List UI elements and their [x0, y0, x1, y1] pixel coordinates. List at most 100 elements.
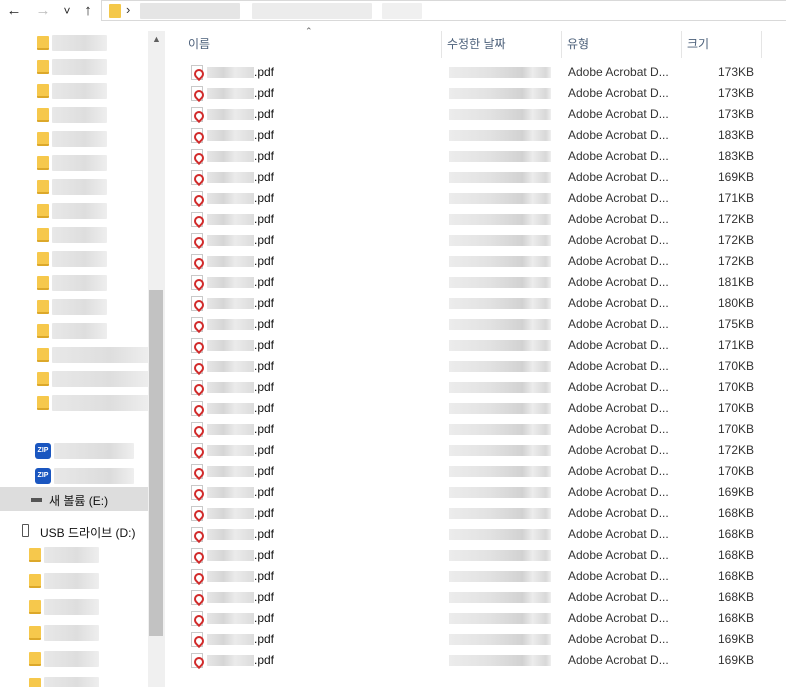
nav-item-folder[interactable]	[0, 673, 148, 687]
redacted-modified-date	[449, 508, 551, 519]
file-type: Adobe Acrobat D...	[568, 65, 669, 79]
table-row[interactable]: .pdf Adobe Acrobat D... 180KB	[165, 293, 786, 314]
folder-icon	[29, 626, 41, 640]
nav-pane-scrollbar[interactable]: ▲	[148, 31, 165, 687]
file-size: 168KB	[717, 611, 754, 625]
table-row[interactable]: .pdf Adobe Acrobat D... 172KB	[165, 209, 786, 230]
file-type: Adobe Acrobat D...	[568, 380, 669, 394]
redacted-modified-date	[449, 634, 551, 645]
address-input[interactable]: ›	[101, 0, 786, 21]
file-extension: .pdf	[254, 191, 275, 205]
scroll-thumb[interactable]	[149, 290, 163, 636]
file-extension: .pdf	[254, 86, 275, 100]
table-row[interactable]: .pdf Adobe Acrobat D... 170KB	[165, 461, 786, 482]
redacted-modified-date	[449, 403, 551, 414]
nav-item-folder[interactable]	[0, 569, 148, 593]
nav-item-folder[interactable]	[0, 175, 148, 199]
table-row[interactable]: .pdf Adobe Acrobat D... 173KB	[165, 104, 786, 125]
table-row[interactable]: .pdf Adobe Acrobat D... 171KB	[165, 188, 786, 209]
nav-item-folder[interactable]	[0, 271, 148, 295]
table-row[interactable]: .pdf Adobe Acrobat D... 181KB	[165, 272, 786, 293]
redacted-modified-date	[449, 319, 551, 330]
pdf-file-icon	[191, 191, 203, 206]
redacted-modified-date	[449, 466, 551, 477]
pdf-file-icon	[191, 590, 203, 605]
file-size: 172KB	[717, 212, 754, 226]
nav-item-folder[interactable]	[0, 295, 148, 319]
nav-item-folder[interactable]	[0, 247, 148, 271]
table-row[interactable]: .pdf Adobe Acrobat D... 172KB	[165, 440, 786, 461]
table-row[interactable]: .pdf Adobe Acrobat D... 169KB	[165, 482, 786, 503]
redacted-file-name	[207, 319, 254, 330]
hard-drive-icon	[31, 498, 42, 502]
scroll-up-arrow-icon[interactable]: ▲	[148, 31, 165, 48]
table-row[interactable]: .pdf Adobe Acrobat D... 169KB	[165, 629, 786, 650]
table-row[interactable]: .pdf Adobe Acrobat D... 170KB	[165, 356, 786, 377]
table-row[interactable]: .pdf Adobe Acrobat D... 173KB	[165, 62, 786, 83]
nav-item-folder[interactable]	[0, 31, 148, 55]
redacted-modified-date	[449, 235, 551, 246]
file-extension: .pdf	[254, 422, 275, 436]
table-row[interactable]: .pdf Adobe Acrobat D... 169KB	[165, 650, 786, 671]
table-row[interactable]: .pdf Adobe Acrobat D... 170KB	[165, 377, 786, 398]
column-header-name[interactable]: 이름	[183, 31, 442, 58]
nav-item-zip[interactable]: ZIP	[0, 439, 148, 463]
pdf-file-icon	[191, 548, 203, 563]
folder-icon	[29, 574, 41, 588]
chevron-down-icon[interactable]: ˅	[60, 1, 74, 21]
nav-item-folder[interactable]	[0, 621, 148, 645]
folder-icon	[29, 652, 41, 666]
file-type: Adobe Acrobat D...	[568, 296, 669, 310]
folder-icon	[29, 600, 41, 614]
nav-item-folder[interactable]	[0, 391, 148, 415]
nav-item-folder[interactable]	[0, 199, 148, 223]
table-row[interactable]: .pdf Adobe Acrobat D... 168KB	[165, 545, 786, 566]
table-row[interactable]: .pdf Adobe Acrobat D... 169KB	[165, 167, 786, 188]
breadcrumb-separator[interactable]: ›	[126, 2, 130, 17]
table-row[interactable]: .pdf Adobe Acrobat D... 171KB	[165, 335, 786, 356]
arrow-up-icon[interactable]: ↑	[79, 1, 97, 21]
nav-item-drive-e[interactable]: 새 볼륨 (E:)	[0, 487, 148, 511]
nav-item-folder[interactable]	[0, 367, 148, 391]
table-row[interactable]: .pdf Adobe Acrobat D... 170KB	[165, 398, 786, 419]
table-row[interactable]: .pdf Adobe Acrobat D... 183KB	[165, 146, 786, 167]
redacted-modified-date	[449, 109, 551, 120]
nav-item-folder[interactable]	[0, 79, 148, 103]
arrow-right-icon[interactable]: →	[34, 1, 52, 21]
nav-item-label: 새 볼륨 (E:)	[49, 494, 109, 508]
file-extension: .pdf	[254, 65, 275, 79]
file-type: Adobe Acrobat D...	[568, 191, 669, 205]
arrow-left-icon[interactable]: ←	[5, 1, 23, 21]
table-row[interactable]: .pdf Adobe Acrobat D... 168KB	[165, 587, 786, 608]
redacted-modified-date	[449, 151, 551, 162]
table-row[interactable]: .pdf Adobe Acrobat D... 168KB	[165, 503, 786, 524]
nav-item-folder[interactable]	[0, 595, 148, 619]
column-header-type[interactable]: 유형	[562, 31, 682, 58]
column-header-modified[interactable]: 수정한 날짜	[442, 31, 562, 58]
table-row[interactable]: .pdf Adobe Acrobat D... 175KB	[165, 314, 786, 335]
table-row[interactable]: .pdf Adobe Acrobat D... 172KB	[165, 251, 786, 272]
file-extension: .pdf	[254, 296, 275, 310]
nav-item-folder[interactable]	[0, 223, 148, 247]
table-row[interactable]: .pdf Adobe Acrobat D... 183KB	[165, 125, 786, 146]
nav-item-folder[interactable]	[0, 319, 148, 343]
nav-item-folder[interactable]	[0, 103, 148, 127]
redacted-file-name	[207, 382, 254, 393]
nav-item-folder[interactable]	[0, 127, 148, 151]
redacted-modified-date	[449, 193, 551, 204]
nav-item-folder[interactable]	[0, 55, 148, 79]
table-row[interactable]: .pdf Adobe Acrobat D... 170KB	[165, 419, 786, 440]
nav-item-folder[interactable]	[0, 543, 148, 567]
nav-item-folder[interactable]	[0, 647, 148, 671]
table-row[interactable]: .pdf Adobe Acrobat D... 173KB	[165, 83, 786, 104]
nav-item-folder[interactable]	[0, 343, 148, 367]
folder-icon	[37, 228, 49, 242]
nav-item-zip[interactable]: ZIP	[0, 464, 148, 488]
nav-item-drive-d[interactable]: USB 드라이브 (D:)	[0, 519, 148, 543]
table-row[interactable]: .pdf Adobe Acrobat D... 168KB	[165, 608, 786, 629]
table-row[interactable]: .pdf Adobe Acrobat D... 168KB	[165, 524, 786, 545]
table-row[interactable]: .pdf Adobe Acrobat D... 168KB	[165, 566, 786, 587]
column-header-size[interactable]: 크기	[682, 31, 762, 58]
table-row[interactable]: .pdf Adobe Acrobat D... 172KB	[165, 230, 786, 251]
nav-item-folder[interactable]	[0, 151, 148, 175]
